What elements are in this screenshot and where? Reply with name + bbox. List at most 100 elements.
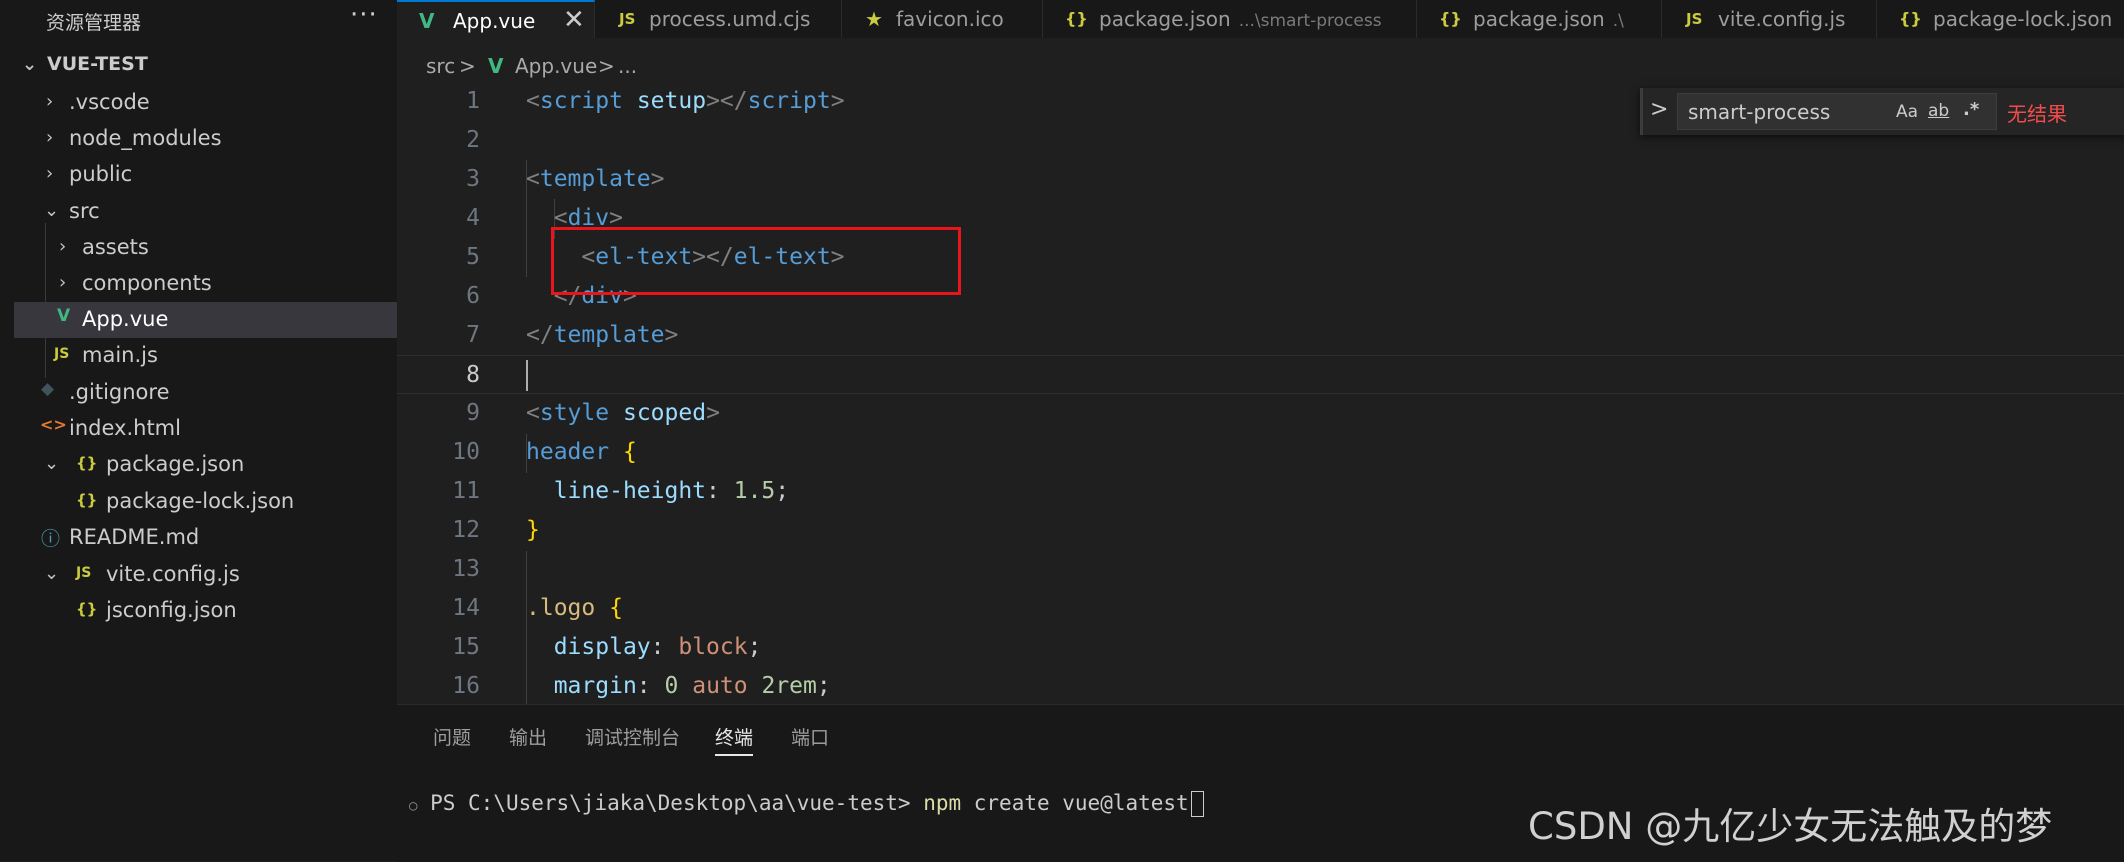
find-input[interactable]: smart-process Aa ab .* (1677, 93, 1997, 130)
js-icon: JS (619, 10, 636, 28)
json-icon: {} (1439, 9, 1462, 28)
tree-item-node-modules[interactable]: › node_modules (14, 121, 397, 157)
tab-label: vite.config.js (1718, 7, 1846, 31)
tree-item-vite-config[interactable]: ⌄ JS vite.config.js (14, 557, 397, 593)
chevron-down-icon: ⌄ (22, 54, 38, 75)
tree-item-jsconfig[interactable]: {} jsconfig.json (14, 593, 397, 629)
tree-item-label: .vscode (69, 90, 150, 114)
tab-path: .\ (1612, 11, 1624, 31)
tab-package-lock[interactable]: {} package-lock.json (1877, 0, 2124, 38)
tree-item-assets[interactable]: › assets (14, 230, 397, 266)
tab-output[interactable]: 输出 (509, 723, 547, 750)
tree-item-label: index.html (69, 416, 181, 440)
code-line: 7 </template> (397, 316, 2124, 355)
tab-ports[interactable]: 端口 (791, 723, 829, 750)
find-result: 无结果 (2007, 102, 2067, 126)
code-line: 15 display: block; (397, 628, 2124, 667)
terminal-status-icon: ○ (409, 798, 418, 814)
code-line: 12 } (397, 511, 2124, 550)
toggle-replace-icon[interactable]: > (1650, 97, 1668, 122)
chevron-down-icon: ⌄ (44, 563, 60, 584)
code-text: } (526, 517, 540, 543)
explorer-header: 资源管理器 ··· (0, 0, 397, 38)
code-line-current: 8 (397, 355, 2124, 394)
tree-item-package-lock-json[interactable]: {} package-lock.json (14, 484, 397, 520)
tab-label: App.vue (453, 9, 536, 33)
tab-label: package.json (1473, 7, 1605, 31)
tab-terminal[interactable]: 终端 (715, 723, 754, 756)
tree-item-index-html[interactable]: <> index.html (14, 411, 397, 447)
tree-item-package-json[interactable]: ⌄ {} package.json (14, 447, 397, 483)
line-number: 10 (452, 439, 480, 465)
code-text: <style scoped> (526, 400, 720, 426)
tree-item-vscode[interactable]: › .vscode (14, 85, 397, 121)
tree-item-label: App.vue (82, 307, 169, 331)
match-case-icon[interactable]: Aa (1896, 102, 1918, 122)
line-number: 12 (452, 517, 480, 543)
tree-item-label: main.js (82, 343, 158, 367)
line-number: 11 (452, 478, 480, 504)
terminal-args: create vue@latest (961, 791, 1189, 815)
tree-item-main-js[interactable]: JS main.js (14, 338, 397, 374)
breadcrumb-file[interactable]: App.vue (515, 54, 597, 78)
tree-item-label: jsconfig.json (106, 598, 237, 622)
code-text: line-height: 1.5; (553, 478, 790, 504)
code-line: 11 line-height: 1.5; (397, 472, 2124, 511)
tree-item-components[interactable]: › components (14, 266, 397, 302)
tab-favicon[interactable]: ★ favicon.ico (842, 0, 1043, 38)
whole-word-icon[interactable]: ab (1928, 101, 1949, 121)
terminal-command: npm (923, 791, 962, 815)
text-cursor (526, 360, 528, 391)
line-number: 14 (452, 595, 480, 621)
tab-problems[interactable]: 问题 (433, 723, 471, 750)
tab-app-vue[interactable]: V App.vue ✕ (397, 0, 595, 38)
tree-item-public[interactable]: › public (14, 157, 397, 193)
tree-item-label: README.md (69, 525, 200, 549)
chevron-right-icon: › (46, 163, 54, 184)
breadcrumb-symbol[interactable]: ... (618, 54, 637, 78)
code-text: margin: 0 auto 2rem; (553, 673, 831, 699)
code-text: <script setup></script> (526, 88, 845, 114)
more-actions-icon[interactable]: ··· (350, 0, 378, 30)
json-icon: {} (1899, 9, 1922, 28)
breadcrumb-src[interactable]: src (426, 54, 455, 78)
close-icon[interactable]: ✕ (563, 5, 585, 35)
code-line: 16 margin: 0 auto 2rem; (397, 667, 2124, 704)
tab-vite-config[interactable]: JS vite.config.js (1662, 0, 1877, 38)
line-number: 5 (466, 244, 480, 270)
tree-item-src[interactable]: ⌄ src (14, 194, 397, 230)
line-number: 7 (466, 322, 480, 348)
tree-item-app-vue[interactable]: V App.vue (14, 302, 397, 338)
tree-item-readme[interactable]: ⓘ README.md (14, 520, 397, 556)
tree-item-gitignore[interactable]: ◆ .gitignore (14, 375, 397, 411)
find-query: smart-process (1688, 100, 1831, 124)
code-editor[interactable]: 1 <script setup></script> 2 3 <template>… (397, 82, 2124, 704)
tab-package-json-smart-process[interactable]: {} package.json ...\smart-process (1043, 0, 1417, 38)
regex-icon[interactable]: .* (1963, 99, 1979, 120)
tree-item-label: src (69, 199, 100, 223)
explorer-root-folder[interactable]: ⌄ VUE-TEST (14, 48, 397, 84)
json-icon: {} (76, 491, 98, 509)
tab-package-json-root[interactable]: {} package.json .\ (1417, 0, 1662, 38)
js-icon: JS (54, 346, 70, 362)
explorer-title: 资源管理器 (46, 12, 142, 34)
tree-item-label: package-lock.json (106, 489, 295, 513)
tree-item-label: vite.config.js (106, 562, 240, 586)
terminal[interactable]: ○ PS C:\Users\jiaka\Desktop\aa\vue-test>… (409, 791, 1204, 817)
tab-debug-console[interactable]: 调试控制台 (585, 723, 680, 750)
tree-item-label: assets (82, 235, 149, 259)
code-text: display: block; (553, 634, 762, 660)
watermark: CSDN @九亿少女无法触及的梦 (1528, 805, 2053, 848)
annotation-highlight-box (551, 227, 961, 295)
js-icon: JS (1686, 10, 1703, 28)
line-number: 9 (466, 400, 480, 426)
chevron-right-icon: › (59, 236, 67, 257)
chevron-right-icon: › (59, 272, 67, 293)
tree-item-label: components (82, 271, 212, 295)
line-number: 8 (466, 362, 480, 388)
tab-label: package.json (1099, 7, 1231, 31)
tab-process-umd[interactable]: JS process.umd.cjs (595, 0, 842, 38)
chevron-down-icon: ⌄ (44, 200, 60, 221)
terminal-prompt: PS C:\Users\jiaka\Desktop\aa\vue-test> (430, 791, 924, 815)
line-number: 4 (466, 205, 480, 231)
